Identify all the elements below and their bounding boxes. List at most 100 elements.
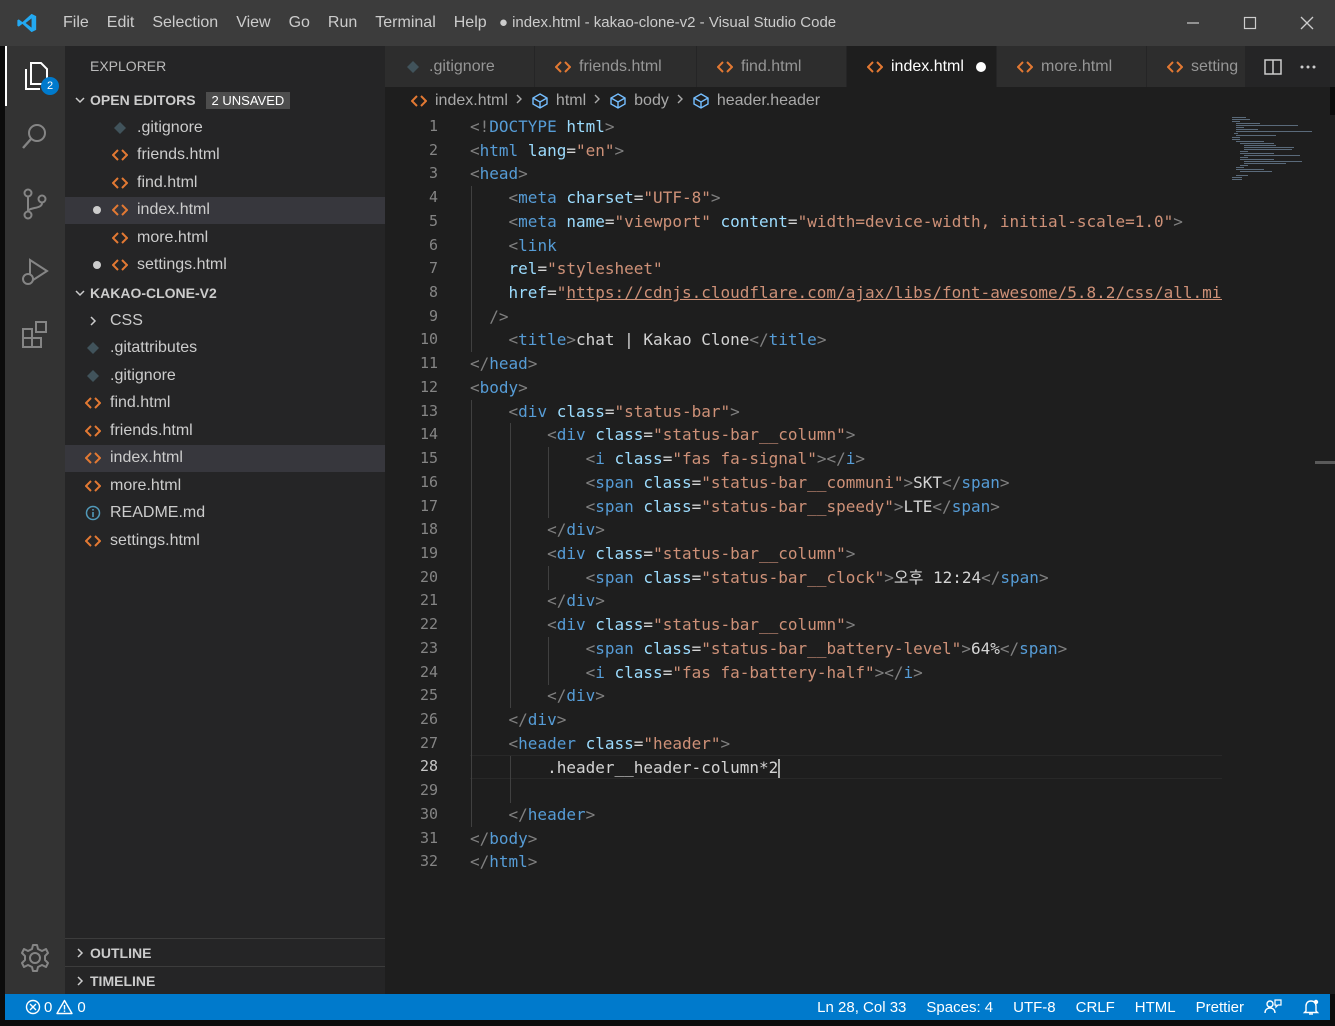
menu-terminal[interactable]: Terminal <box>366 0 444 46</box>
code-line[interactable]: <meta name="viewport" content="width=dev… <box>470 210 1222 234</box>
tab-friends[interactable]: friends.html <box>535 46 697 87</box>
open-editor-item[interactable]: friends.html <box>65 142 385 170</box>
breadcrumb-html[interactable]: html <box>530 92 586 110</box>
problems-indicator[interactable]: 0 0 <box>5 999 86 1016</box>
code-line[interactable] <box>470 779 1222 803</box>
code-line[interactable]: /> <box>470 305 1222 329</box>
menu-selection[interactable]: Selection <box>143 0 227 46</box>
code-line[interactable]: <div class="status-bar__column"> <box>470 542 1222 566</box>
manage-button[interactable] <box>5 928 65 988</box>
more-actions-icon[interactable] <box>1298 57 1318 77</box>
file-item[interactable]: index.html <box>65 444 385 472</box>
cursor-position[interactable]: Ln 28, Col 33 <box>807 999 916 1016</box>
language-mode[interactable]: HTML <box>1125 999 1186 1016</box>
menu-run[interactable]: Run <box>319 0 366 46</box>
search-button[interactable] <box>5 106 65 166</box>
code-line[interactable]: </div> <box>470 589 1222 613</box>
code-line[interactable]: </div> <box>470 518 1222 542</box>
code-line[interactable]: </body> <box>470 827 1222 851</box>
code-line[interactable]: <header class="header"> <box>470 732 1222 756</box>
code-line[interactable]: <title>chat | Kakao Clone</title> <box>470 328 1222 352</box>
file-item[interactable]: friends.html <box>65 417 385 445</box>
code-line[interactable]: <i class="fas fa-battery-half"></i> <box>470 661 1222 685</box>
close-window-button[interactable] <box>1278 0 1335 46</box>
maximize-button[interactable] <box>1221 0 1278 46</box>
file-item[interactable]: .gitignore <box>65 362 385 390</box>
code-line[interactable]: <div class="status-bar__column"> <box>470 423 1222 447</box>
prettier-status[interactable]: Prettier <box>1186 999 1254 1016</box>
tab-index[interactable]: index.html <box>847 46 997 87</box>
code-line[interactable]: <i class="fas fa-signal"></i> <box>470 447 1222 471</box>
code-line[interactable]: <span class="status-bar__speedy">LTE</sp… <box>470 495 1222 519</box>
split-editor-icon[interactable] <box>1263 57 1283 77</box>
minimap[interactable] <box>1230 115 1315 185</box>
menu-go[interactable]: Go <box>280 0 319 46</box>
unsaved-dot[interactable] <box>93 206 101 215</box>
menu-help[interactable]: Help <box>445 0 496 46</box>
unsaved-dot[interactable] <box>93 261 101 270</box>
encoding[interactable]: UTF-8 <box>1003 999 1066 1016</box>
code-line[interactable]: <div class="status-bar__column"> <box>470 613 1222 637</box>
file-item[interactable]: settings.html <box>65 527 385 555</box>
tab-settings[interactable]: setting <box>1147 46 1247 87</box>
code-line[interactable]: <head> <box>470 162 1222 186</box>
menu-edit[interactable]: Edit <box>98 0 144 46</box>
code-line[interactable]: </header> <box>470 803 1222 827</box>
html-file-icon <box>83 480 103 492</box>
file-item[interactable]: more.html <box>65 472 385 500</box>
code-line[interactable]: <body> <box>470 376 1222 400</box>
menu-view[interactable]: View <box>227 0 279 46</box>
tab-more[interactable]: more.html <box>997 46 1147 87</box>
line-ending[interactable]: CRLF <box>1066 999 1125 1016</box>
code-line[interactable]: <span class="status-bar__clock">오후 12:24… <box>470 566 1222 590</box>
source-control-button[interactable] <box>5 174 65 234</box>
file-item[interactable]: .gitattributes <box>65 335 385 363</box>
code-line[interactable]: </head> <box>470 352 1222 376</box>
extensions-button[interactable] <box>5 304 65 364</box>
code-line[interactable]: </html> <box>470 850 1222 874</box>
breadcrumb-header[interactable]: header.header <box>691 92 820 110</box>
open-editor-item[interactable]: index.html <box>65 196 385 224</box>
breadcrumb-file[interactable]: index.html <box>409 92 508 110</box>
code-line[interactable]: <link <box>470 234 1222 258</box>
open-editor-item[interactable]: more.html <box>65 224 385 252</box>
tab-gitignore[interactable]: .gitignore <box>385 46 535 87</box>
code-line[interactable]: <span class="status-bar__battery-level">… <box>470 637 1222 661</box>
minimize-button[interactable] <box>1164 0 1221 46</box>
timeline-header[interactable]: TIMELINE <box>65 966 385 994</box>
open-editor-item[interactable]: .gitignore <box>65 114 385 142</box>
file-item[interactable]: README.md <box>65 500 385 528</box>
vertical-scrollbar[interactable] <box>1315 115 1335 994</box>
feedback-button[interactable] <box>1254 998 1292 1016</box>
code-line[interactable]: <div class="status-bar"> <box>470 400 1222 424</box>
outline-header[interactable]: OUTLINE <box>65 938 385 966</box>
code-line[interactable]: </div> <box>470 708 1222 732</box>
folder-item[interactable]: CSS <box>65 307 385 335</box>
indentation[interactable]: Spaces: 4 <box>916 999 1003 1016</box>
open-editor-item[interactable]: find.html <box>65 169 385 197</box>
explorer-button[interactable]: 2 <box>5 46 65 106</box>
notifications-button[interactable] <box>1292 998 1330 1016</box>
code-line[interactable]: rel="stylesheet" <box>470 257 1222 281</box>
tab-find[interactable]: find.html <box>697 46 847 87</box>
code-line[interactable]: <!DOCTYPE html> <box>470 115 1222 139</box>
code-line[interactable]: </div> <box>470 684 1222 708</box>
code-line[interactable]: <meta charset="UTF-8"> <box>470 186 1222 210</box>
project-header[interactable]: KAKAO-CLONE-V2 <box>65 279 385 307</box>
code-area[interactable]: <!DOCTYPE html> <html lang="en"> <head> <m… <box>470 115 1222 874</box>
open-editors-header[interactable]: OPEN EDITORS 2 UNSAVED <box>65 86 385 114</box>
code-editor[interactable]: 1 2 3 4 5 6 7 8 9 10 11 12 13 14 15 16 17 18 19 20 21 22 23 24 2… <box>385 115 1335 994</box>
file-item[interactable]: find.html <box>65 390 385 418</box>
code-token: < <box>585 496 596 516</box>
breadcrumb-body[interactable]: body <box>608 92 669 110</box>
code-line[interactable]: <span class="status-bar__communi">SKT</s… <box>470 471 1222 495</box>
unsaved-dot[interactable] <box>975 61 986 72</box>
run-debug-button[interactable] <box>5 242 65 302</box>
open-editor-item[interactable]: settings.html <box>65 252 385 280</box>
code-line[interactable]: <html lang="en"> <box>470 139 1222 163</box>
code-line[interactable]: .header__header-column*2 <box>470 755 1222 780</box>
menu-file[interactable]: File <box>54 0 98 46</box>
code-line[interactable]: href="https://cdnjs.cloudflare.com/ajax/… <box>470 281 1222 305</box>
